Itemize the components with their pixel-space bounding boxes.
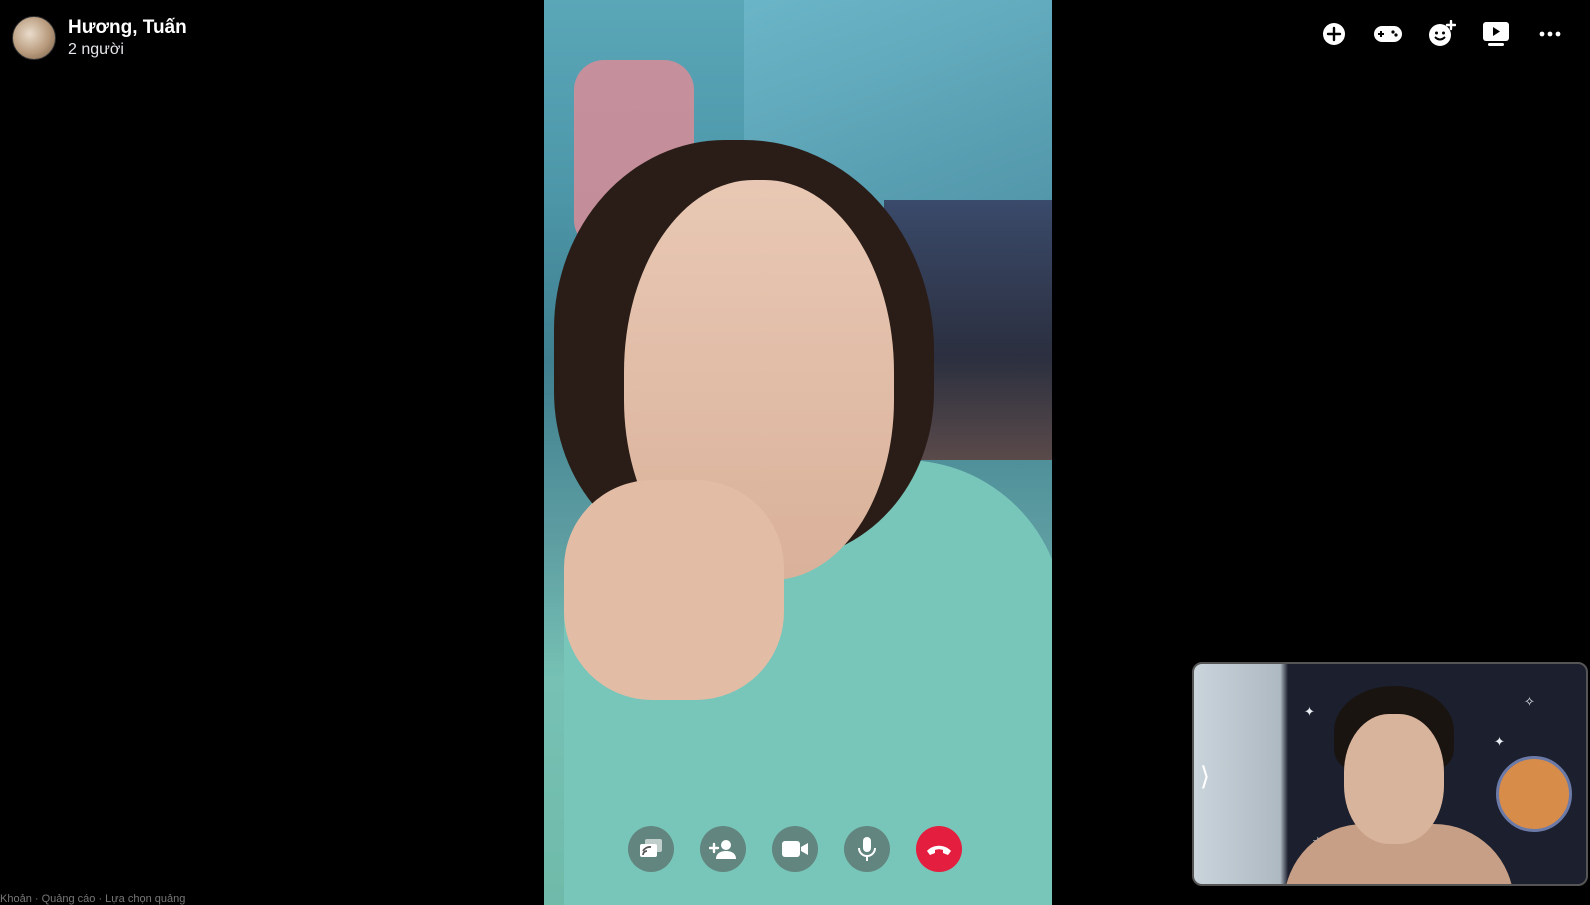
group-avatar[interactable] xyxy=(12,16,56,60)
poster-star: ✦ xyxy=(1494,734,1505,749)
effects-button[interactable] xyxy=(1426,18,1458,50)
games-button[interactable] xyxy=(1372,18,1404,50)
end-call-button[interactable] xyxy=(916,826,962,872)
microphone-icon xyxy=(858,837,876,861)
end-call-icon xyxy=(927,845,951,855)
toggle-camera-button[interactable] xyxy=(772,826,818,872)
share-screen-button[interactable] xyxy=(628,826,674,872)
add-person-button[interactable] xyxy=(700,826,746,872)
participant-count: 2 người xyxy=(68,40,124,58)
call-info: Hương, Tuấn 2 người xyxy=(68,16,187,60)
add-button[interactable] xyxy=(1318,18,1350,50)
watch-together-icon xyxy=(1483,22,1509,46)
more-options-button[interactable] xyxy=(1534,18,1566,50)
self-video-subject-face xyxy=(1344,714,1444,844)
footer-partial-text: Khoản · Quảng cáo · Lựa chọn quảng xyxy=(0,893,186,905)
video-camera-icon xyxy=(782,841,808,857)
call-title: Hương, Tuấn xyxy=(68,17,187,39)
poster-star: ✧ xyxy=(1524,694,1535,709)
chevron-right-icon: ⟩ xyxy=(1199,760,1211,791)
top-action-bar xyxy=(1318,18,1566,50)
poster-cat-illustration xyxy=(1496,756,1572,832)
remote-video-feed xyxy=(544,0,1052,905)
add-person-icon xyxy=(709,840,736,859)
video-subject-hand xyxy=(564,480,784,700)
self-video-preview[interactable]: ✦ ✧ ✦ ☆ ⟩ xyxy=(1192,662,1588,886)
more-icon xyxy=(1539,31,1561,37)
plus-circle-icon xyxy=(1323,23,1345,45)
add-emoji-icon xyxy=(1429,20,1456,46)
toggle-microphone-button[interactable] xyxy=(844,826,890,872)
call-header: Hương, Tuấn 2 người xyxy=(12,16,187,60)
poster-star: ✦ xyxy=(1304,704,1315,719)
gamepad-icon xyxy=(1374,26,1402,42)
expand-self-view-button[interactable]: ⟩ xyxy=(1194,752,1216,800)
watch-together-button[interactable] xyxy=(1480,18,1512,50)
share-screen-icon xyxy=(640,839,662,857)
call-controls xyxy=(628,826,962,872)
